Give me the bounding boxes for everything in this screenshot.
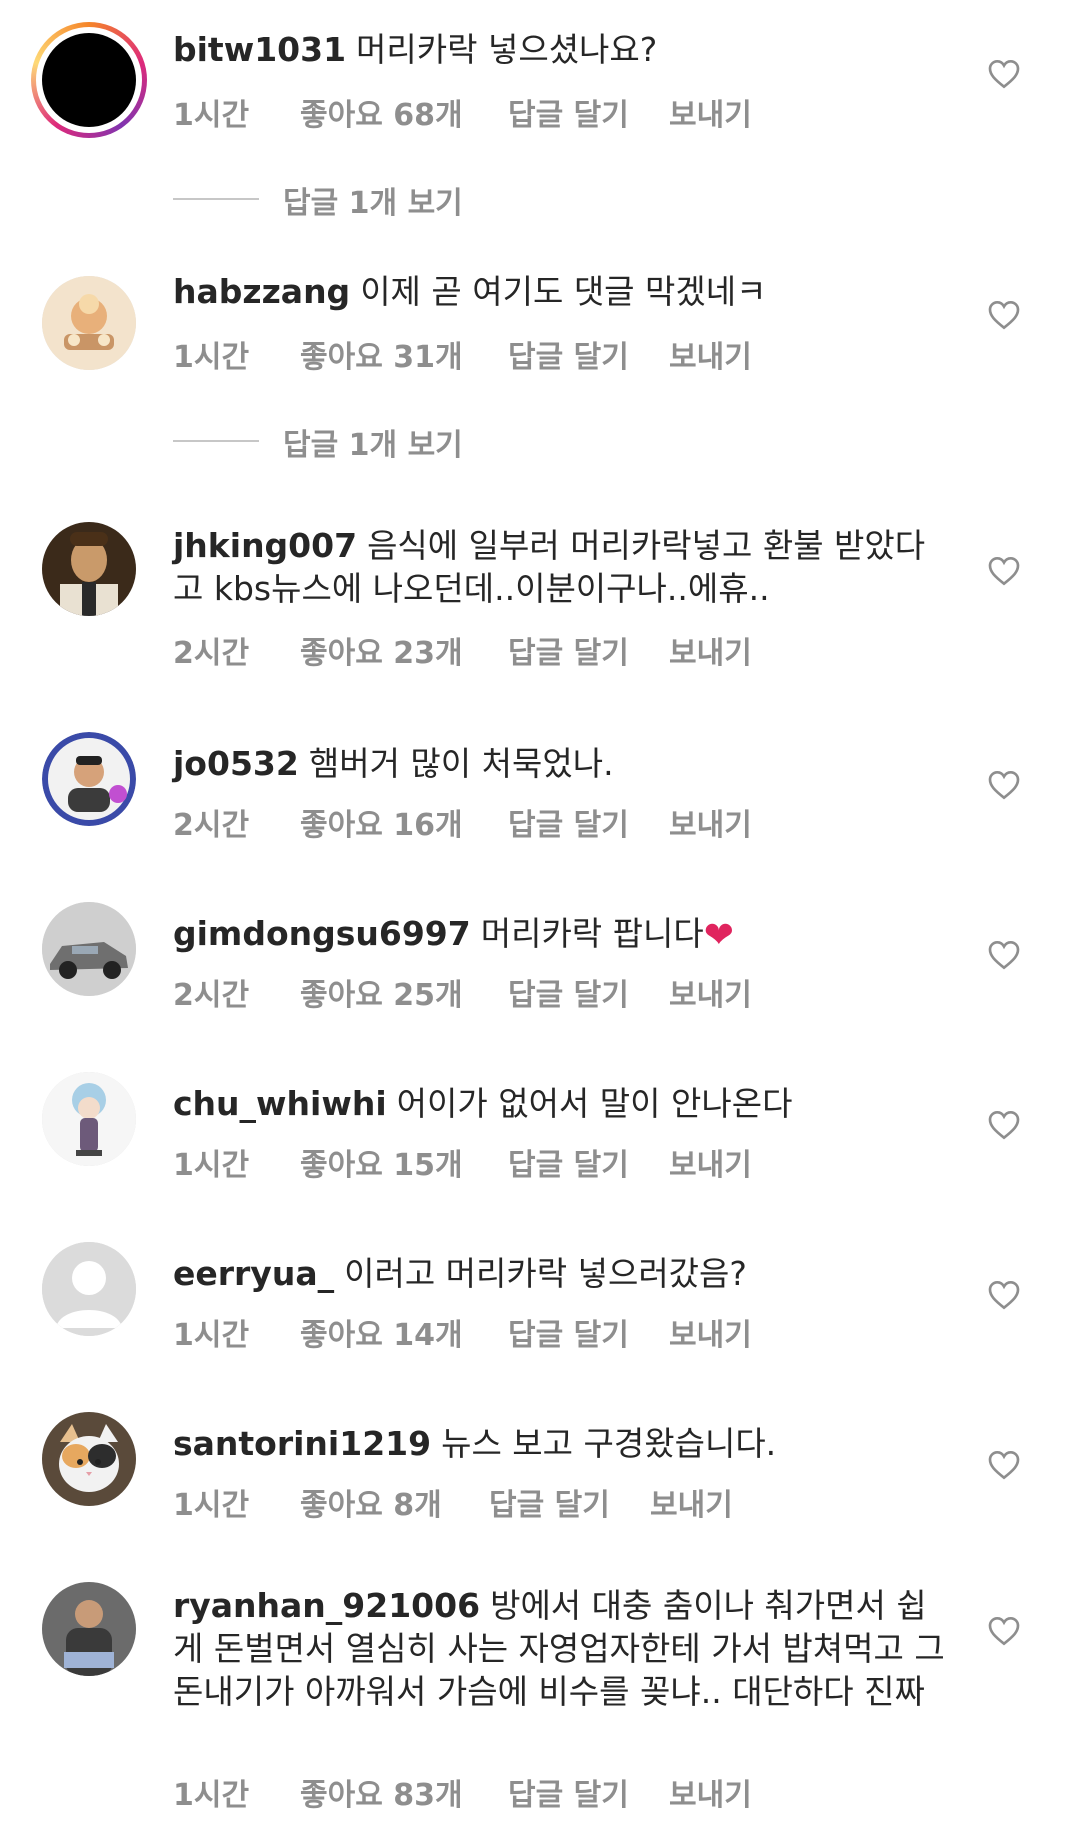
comment-text: bitw1031 머리카락 넣으셨나요? xyxy=(173,28,953,71)
send-button[interactable]: 보내기 xyxy=(669,332,752,376)
reply-button[interactable]: 답글 달기 xyxy=(508,332,629,376)
avatar[interactable] xyxy=(42,1072,136,1166)
comment-item: jo0532 햄버거 많이 처묵었나. 2시간 좋아요 16개 답글 달기 보내기 xyxy=(0,722,1080,872)
comment-username[interactable]: gimdongsu6997 xyxy=(173,914,471,953)
avatar[interactable] xyxy=(42,902,136,996)
reply-button[interactable]: 답글 달기 xyxy=(508,90,629,134)
comment-username[interactable]: jhking007 xyxy=(173,526,357,565)
comment-likes[interactable]: 좋아요 68개 xyxy=(300,90,463,134)
heart-outline-icon[interactable] xyxy=(988,770,1020,800)
view-replies-label[interactable]: 답글 1개 보기 xyxy=(283,420,463,464)
replies-divider xyxy=(173,198,259,200)
heart-outline-icon[interactable] xyxy=(988,1110,1020,1140)
comment-likes[interactable]: 좋아요 15개 xyxy=(300,1140,463,1184)
comment-text: ryanhan_921006 방에서 대충 춤이나 춰가면서 쉽게 돈벌면서 열심… xyxy=(173,1584,953,1713)
heart-outline-icon[interactable] xyxy=(988,940,1020,970)
comment-time: 2시간 xyxy=(173,636,250,671)
comment-item: chu_whiwhi 어이가 없어서 말이 안나온다 1시간 좋아요 15개 답글… xyxy=(0,1062,1080,1212)
comment-body: 이러고 머리카락 넣으러갔음? xyxy=(344,1254,747,1293)
heart-outline-icon[interactable] xyxy=(988,1450,1020,1480)
send-button[interactable]: 보내기 xyxy=(669,90,752,134)
send-button[interactable]: 보내기 xyxy=(669,1140,752,1184)
comment-username[interactable]: jo0532 xyxy=(173,744,299,783)
comment-username[interactable]: ryanhan_921006 xyxy=(173,1586,480,1625)
comment-likes[interactable]: 좋아요 23개 xyxy=(300,628,463,672)
avatar[interactable] xyxy=(42,732,136,826)
avatar[interactable] xyxy=(42,276,136,370)
comment-text: gimdongsu6997 머리카락 팝니다❤ xyxy=(173,912,953,957)
comment-item: ryanhan_921006 방에서 대충 춤이나 춰가면서 쉽게 돈벌면서 열심… xyxy=(0,1570,1080,1824)
comment-body: 이제 곧 여기도 댓글 막겠네ㅋ xyxy=(360,272,767,311)
comment-time: 2시간 xyxy=(173,978,250,1013)
send-button[interactable]: 보내기 xyxy=(669,970,752,1014)
comment-time: 1시간 xyxy=(173,1778,250,1813)
comment-likes[interactable]: 좋아요 83개 xyxy=(300,1770,463,1814)
comment-likes[interactable]: 좋아요 16개 xyxy=(300,800,463,844)
comment-text: jo0532 햄버거 많이 처묵었나. xyxy=(173,742,953,785)
send-button[interactable]: 보내기 xyxy=(669,628,752,672)
comment-text: jhking007 음식에 일부러 머리카락넣고 환불 받았다고 kbs뉴스에 나… xyxy=(173,524,953,610)
comment-time: 1시간 xyxy=(173,1318,250,1353)
comment-item: eerryua_ 이러고 머리카락 넣으러갔음? 1시간 좋아요 14개 답글 달… xyxy=(0,1232,1080,1382)
red-heart-emoji: ❤ xyxy=(703,915,734,956)
comment-time: 1시간 xyxy=(173,1148,250,1183)
comment-username[interactable]: habzzang xyxy=(173,272,350,311)
comment-body: 햄버거 많이 처묵었나. xyxy=(308,744,614,783)
view-replies-label[interactable]: 답글 1개 보기 xyxy=(283,178,463,222)
heart-outline-icon[interactable] xyxy=(988,300,1020,330)
comment-body: 뉴스 보고 구경왔습니다. xyxy=(441,1424,777,1463)
avatar[interactable] xyxy=(42,522,136,616)
heart-outline-icon[interactable] xyxy=(988,59,1020,89)
reply-button[interactable]: 답글 달기 xyxy=(508,1770,629,1814)
heart-outline-icon[interactable] xyxy=(988,1280,1020,1310)
reply-button[interactable]: 답글 달기 xyxy=(508,800,629,844)
comment-time: 1시간 xyxy=(173,98,250,133)
comment-text: chu_whiwhi 어이가 없어서 말이 안나온다 xyxy=(173,1082,953,1125)
comment-username[interactable]: eerryua_ xyxy=(173,1254,334,1293)
comment-time: 1시간 xyxy=(173,340,250,375)
avatar[interactable] xyxy=(42,1412,136,1506)
comment-time: 2시간 xyxy=(173,808,250,843)
comment-username[interactable]: santorini1219 xyxy=(173,1424,431,1463)
comment-likes[interactable]: 좋아요 25개 xyxy=(300,970,463,1014)
avatar[interactable] xyxy=(31,22,147,138)
reply-button[interactable]: 답글 달기 xyxy=(508,628,629,672)
avatar[interactable] xyxy=(42,1242,136,1336)
comment-item: santorini1219 뉴스 보고 구경왔습니다. 1시간 좋아요 8개 답글… xyxy=(0,1402,1080,1552)
comment-item: bitw1031 머리카락 넣으셨나요? 1시간 좋아요 68개 답글 달기 보내… xyxy=(0,0,1080,230)
reply-button[interactable]: 답글 달기 xyxy=(489,1480,610,1524)
comment-item: habzzang 이제 곧 여기도 댓글 막겠네ㅋ 1시간 좋아요 31개 답글 … xyxy=(0,240,1080,470)
send-button[interactable]: 보내기 xyxy=(669,800,752,844)
comment-likes[interactable]: 좋아요 31개 xyxy=(300,332,463,376)
comment-body: 어이가 없어서 말이 안나온다 xyxy=(396,1084,793,1123)
replies-divider xyxy=(173,440,259,442)
send-button[interactable]: 보내기 xyxy=(669,1310,752,1354)
reply-button[interactable]: 답글 달기 xyxy=(508,970,629,1014)
send-button[interactable]: 보내기 xyxy=(669,1770,752,1814)
comment-item: jhking007 음식에 일부러 머리카락넣고 환불 받았다고 kbs뉴스에 나… xyxy=(0,510,1080,690)
comment-text: habzzang 이제 곧 여기도 댓글 막겠네ㅋ xyxy=(173,270,953,313)
comment-likes[interactable]: 좋아요 8개 xyxy=(300,1480,442,1524)
comment-text: eerryua_ 이러고 머리카락 넣으러갔음? xyxy=(173,1252,953,1295)
comment-likes[interactable]: 좋아요 14개 xyxy=(300,1310,463,1354)
send-button[interactable]: 보내기 xyxy=(650,1480,733,1524)
comment-text: santorini1219 뉴스 보고 구경왔습니다. xyxy=(173,1422,953,1465)
comment-username[interactable]: chu_whiwhi xyxy=(173,1084,387,1123)
comment-time: 1시간 xyxy=(173,1488,250,1523)
comment-body: 머리카락 팝니다 xyxy=(480,914,704,953)
reply-button[interactable]: 답글 달기 xyxy=(508,1140,629,1184)
heart-outline-icon[interactable] xyxy=(988,556,1020,586)
reply-button[interactable]: 답글 달기 xyxy=(508,1310,629,1354)
comment-body: 머리카락 넣으셨나요? xyxy=(356,30,658,69)
heart-outline-icon[interactable] xyxy=(988,1616,1020,1646)
comment-username[interactable]: bitw1031 xyxy=(173,30,346,69)
comment-item: gimdongsu6997 머리카락 팝니다❤ 2시간 좋아요 25개 답글 달기… xyxy=(0,892,1080,1042)
avatar[interactable] xyxy=(42,1582,136,1676)
